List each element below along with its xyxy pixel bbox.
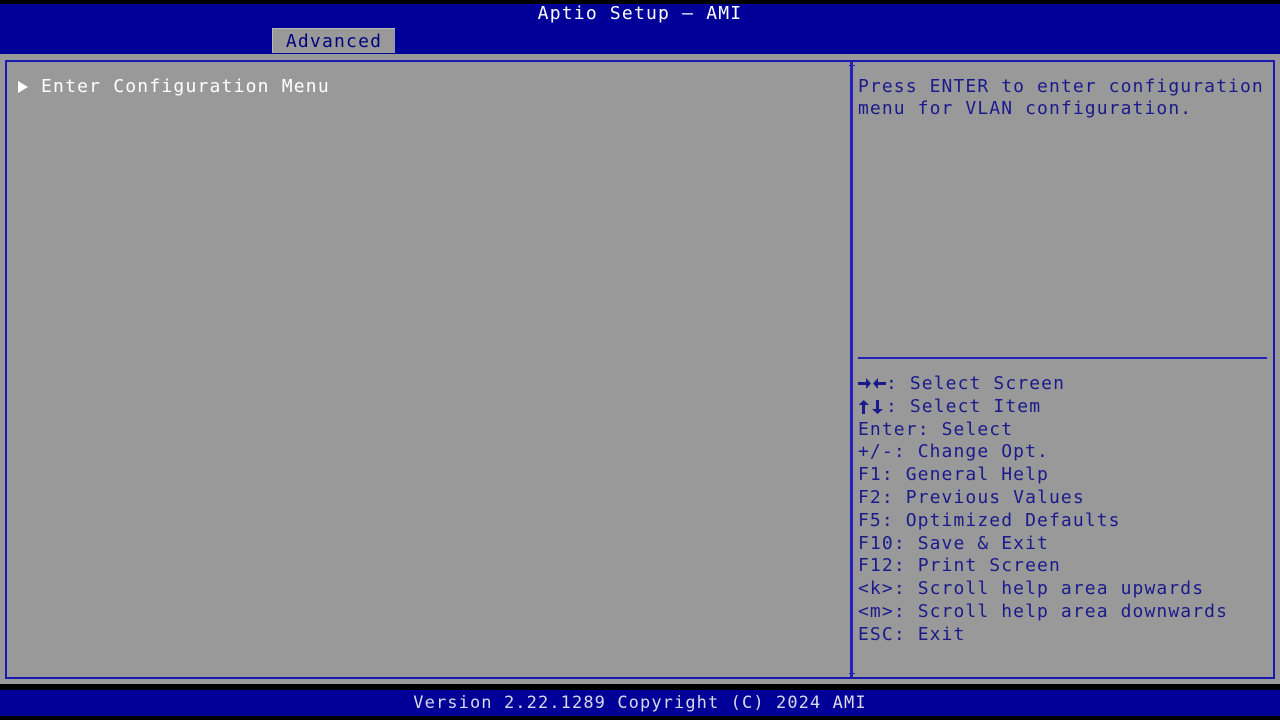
key-legend-row: +/-: Change Opt. [858,441,1270,464]
key-legend-separator: : [893,578,918,600]
key-legend-action: Change Opt. [917,441,1049,463]
key-legend-action: Save & Exit [917,532,1049,554]
help-text: Press ENTER to enter configuration menu … [858,76,1264,120]
window-title: Aptio Setup – AMI [537,3,743,24]
key-legend-row: F2: Previous Values [858,487,1270,510]
key-legend-action: General Help [905,464,1049,486]
key-legend-action: Exit [917,623,966,645]
key-legend-separator: : [881,509,906,531]
key-legend-keys: <m> [858,600,894,622]
key-legend-separator: : [893,600,918,622]
key-legend-separator: : [886,395,910,417]
key-legend-row: F5: Optimized Defaults [858,510,1270,533]
key-legend-list: : Select Screen: Select Item Enter: Selec… [858,373,1270,647]
key-legend-keys: F10 [858,532,894,554]
help-separator [858,357,1267,359]
up-down-arrow-icon [858,396,886,419]
key-legend-row: F10: Save & Exit [858,533,1270,556]
key-legend-separator: : [893,555,918,577]
key-legend-separator: : [893,441,918,463]
key-legend-action: Select Screen [909,373,1066,394]
left-right-arrow-icon [858,373,886,396]
key-legend-row: : Select Screen [858,373,1270,396]
tab-bar [0,28,1280,54]
key-legend-keys: F2 [858,486,882,508]
menu-pane: Enter Configuration Menu [8,63,849,676]
key-legend-keys: F5 [858,509,882,531]
key-legend-keys: ESC [858,623,894,645]
key-legend-separator: : [893,623,918,645]
key-legend-row: Enter: Select [858,419,1270,442]
key-legend-row: <m>: Scroll help area downwards [858,601,1270,624]
key-legend-row: <k>: Scroll help area upwards [858,578,1270,601]
key-legend-separator: : [893,532,918,554]
key-legend-action: Print Screen [917,555,1061,577]
key-legend-action: Previous Values [905,486,1085,508]
bios-setup-screen: Aptio Setup – AMI Advanced Enter Configu… [0,0,1280,720]
key-legend-action: Select Item [909,395,1042,417]
key-legend-separator: : [881,486,906,508]
key-legend-row: ESC: Exit [858,624,1270,647]
key-legend-separator: : [881,464,906,486]
key-legend-action: Optimized Defaults [905,509,1121,531]
key-legend-separator: : [917,418,942,440]
key-legend-action: Select [941,418,1014,440]
tab-advanced[interactable]: Advanced [272,28,395,53]
key-legend-row: : Select Item [858,396,1270,419]
menu-item-list: Enter Configuration Menu [8,75,849,98]
key-legend-keys: F12 [858,555,894,577]
version-copyright: Version 2.22.1289 Copyright (C) 2024 AMI [413,693,867,713]
key-legend-keys: <k> [858,578,894,600]
pane-divider [850,62,853,677]
key-legend-action: Scroll help area downwards [917,600,1229,622]
key-legend-row: F12: Print Screen [858,555,1270,578]
help-pane: Press ENTER to enter configuration menu … [855,63,1273,676]
key-legend-action: Scroll help area upwards [917,578,1205,600]
key-legend-keys: +/- [858,441,894,463]
menu-item-label: Enter Configuration Menu [41,76,330,97]
key-legend-keys: Enter [858,418,918,440]
menu-item-enter-configuration-menu[interactable]: Enter Configuration Menu [8,75,849,98]
submenu-arrow-icon [16,80,30,94]
key-legend-keys: F1 [858,464,882,486]
key-legend-separator: : [886,373,910,394]
key-legend-row: F1: General Help [858,464,1270,487]
